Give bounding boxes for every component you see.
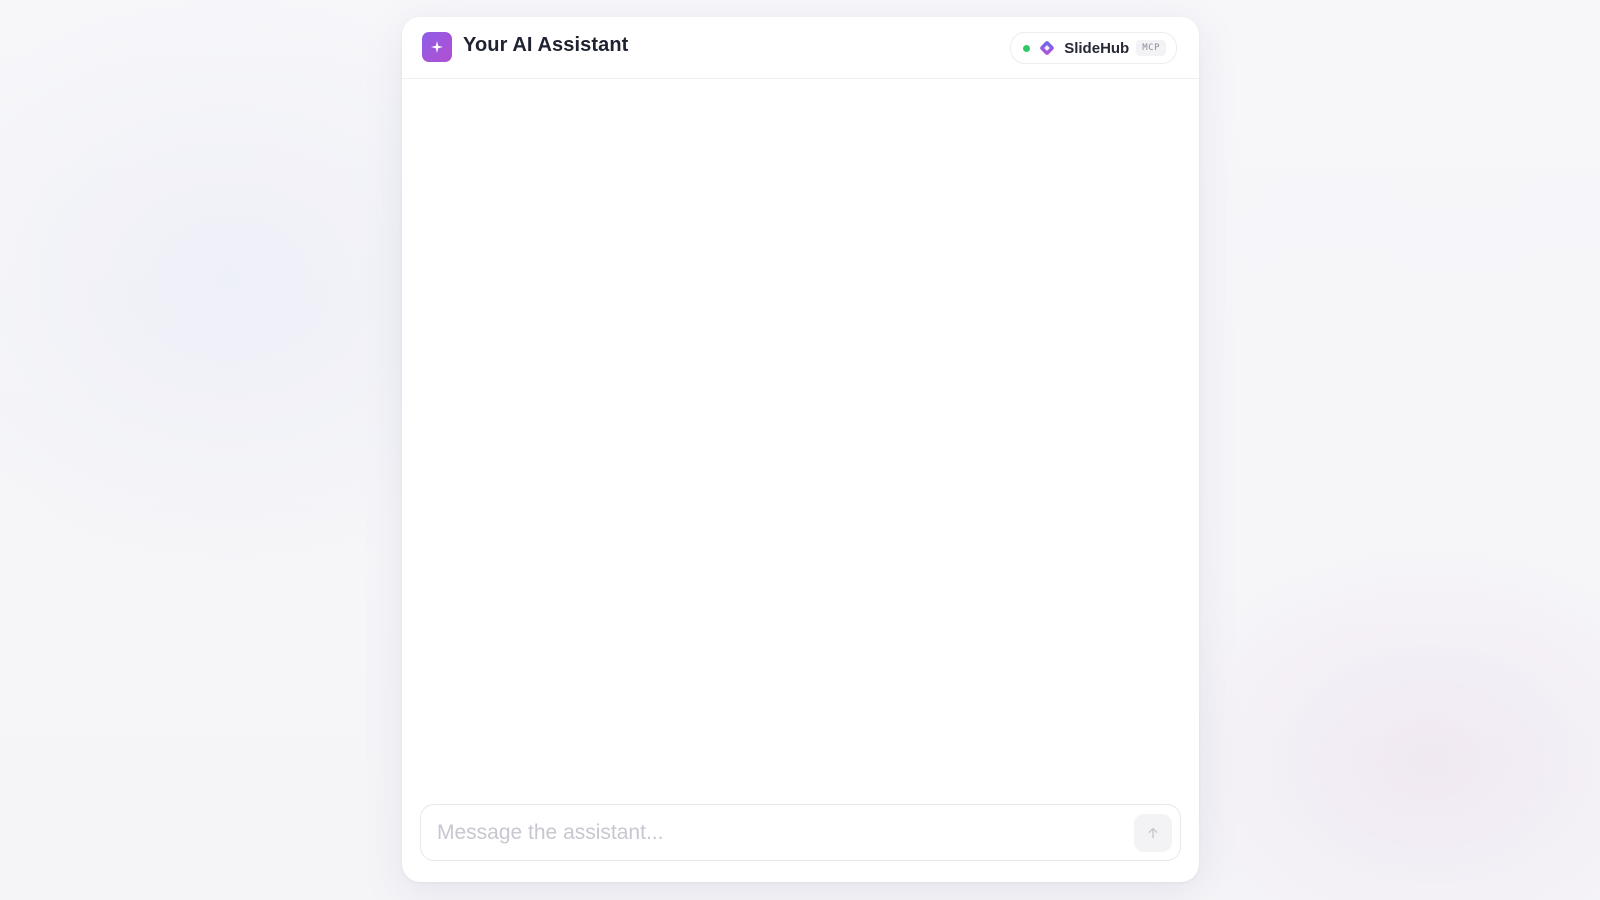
connected-status-dot: [1023, 44, 1031, 52]
arrow-up-icon: [1146, 826, 1160, 840]
assistant-title: Your AI Assistant: [463, 34, 629, 56]
integration-name: SlideHub: [1064, 39, 1130, 57]
message-input[interactable]: [421, 805, 1134, 860]
mcp-badge: MCP: [1136, 40, 1166, 56]
sparkle-icon: [422, 32, 452, 62]
message-composer: [420, 804, 1181, 861]
slidehub-diamond-icon: [1037, 38, 1057, 58]
message-list: [402, 79, 1199, 792]
integration-status-pill[interactable]: SlideHub MCP: [1010, 32, 1177, 64]
panel-header: Your AI Assistant SlideHub MCP: [402, 17, 1199, 79]
assistant-panel: Your AI Assistant SlideHub MCP: [402, 17, 1199, 882]
send-button[interactable]: [1134, 813, 1172, 852]
